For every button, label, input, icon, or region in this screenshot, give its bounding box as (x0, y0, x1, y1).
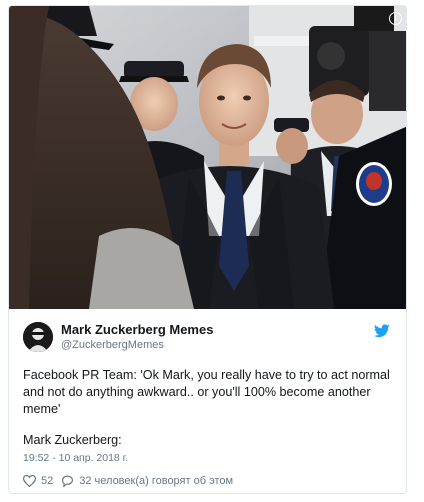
tweet-actions: 52 32 человек(а) говорят об этом (23, 475, 241, 487)
reply-bubble-icon (62, 475, 74, 487)
heart-icon (23, 475, 36, 487)
like-count: 52 (41, 475, 54, 487)
avatar[interactable] (23, 322, 53, 352)
photo-illustration (9, 6, 406, 309)
tweet-text: Facebook PR Team: 'Ok Mark, you really h… (23, 368, 394, 416)
display-name[interactable]: Mark Zuckerberg Memes (61, 322, 213, 338)
tweet-footer-line: Mark Zuckerberg: (23, 433, 122, 447)
tweet-card: i Mark Zuckerberg Memes @ZuckerbergMemes… (8, 5, 407, 494)
tweet-author: Mark Zuckerberg Memes @ZuckerbergMemes (23, 321, 213, 353)
reply-count-text: 32 человек(а) говорят об этом (79, 475, 234, 487)
twitter-bird-icon[interactable] (374, 324, 390, 338)
tweet-photo[interactable]: i (9, 6, 406, 309)
like-action[interactable]: 52 (23, 475, 53, 487)
user-handle[interactable]: @ZuckerbergMemes (61, 338, 213, 352)
tweet-timestamp[interactable]: 19:52 - 10 апр. 2018 г. (23, 452, 128, 464)
author-names: Mark Zuckerberg Memes @ZuckerbergMemes (61, 322, 213, 352)
reply-action[interactable]: 32 человек(а) говорят об этом (61, 475, 233, 487)
info-icon[interactable]: i (389, 12, 402, 25)
